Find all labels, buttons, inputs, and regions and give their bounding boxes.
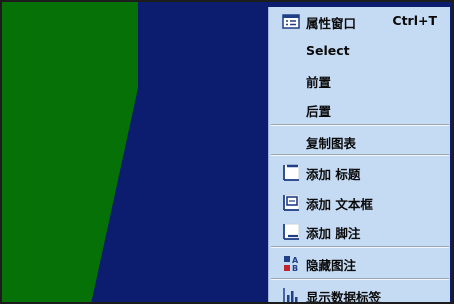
menu-separator: [271, 278, 449, 280]
menu-separator: [271, 154, 449, 156]
menu-item-add-textbox[interactable]: 添加 文本框: [269, 189, 450, 215]
menu-item-label: 添加 文本框: [306, 197, 373, 212]
menu-item-select[interactable]: Select: [269, 38, 450, 64]
menu-item-label: 属性窗口: [306, 16, 357, 31]
menu-item-properties-window[interactable]: 属性窗口 Ctrl+T: [269, 8, 450, 34]
show-data-labels-icon: [283, 288, 299, 304]
menu-item-add-title[interactable]: 添加 标题: [269, 159, 450, 185]
hide-legend-icon: A B: [284, 256, 299, 273]
menu-item-label: 复制图表: [306, 136, 357, 151]
add-footnote-icon: [283, 223, 300, 240]
menu-item-send-to-back[interactable]: 后置: [269, 96, 450, 122]
menu-item-label: Select: [306, 43, 350, 58]
menu-item-bring-to-front[interactable]: 前置: [269, 67, 450, 93]
menu-item-label: 前置: [306, 75, 332, 90]
menu-separator: [271, 124, 449, 126]
menu-item-copy-chart[interactable]: 复制图表: [269, 128, 450, 154]
menu-item-label: 添加 脚注: [306, 226, 361, 241]
svg-text:B: B: [292, 264, 298, 273]
context-menu: 属性窗口 Ctrl+T Select 前置 后置 复制图表 添加 标题 添加 文…: [268, 7, 450, 304]
menu-item-hide-legend[interactable]: A B 隐藏图注: [269, 250, 450, 276]
menu-item-label: 隐藏图注: [306, 258, 357, 273]
add-title-icon: [283, 164, 300, 181]
menu-item-label: 显示数据标签: [306, 290, 382, 304]
menu-item-label: 后置: [306, 104, 332, 119]
menu-separator: [271, 246, 449, 248]
properties-window-icon: [282, 14, 300, 29]
menu-item-add-footnote[interactable]: 添加 脚注: [269, 218, 450, 244]
add-textbox-icon: [283, 194, 300, 211]
menu-item-show-data-labels[interactable]: 显示数据标签: [269, 282, 450, 304]
menu-item-shortcut: Ctrl+T: [392, 13, 437, 28]
menu-item-label: 添加 标题: [306, 167, 361, 182]
